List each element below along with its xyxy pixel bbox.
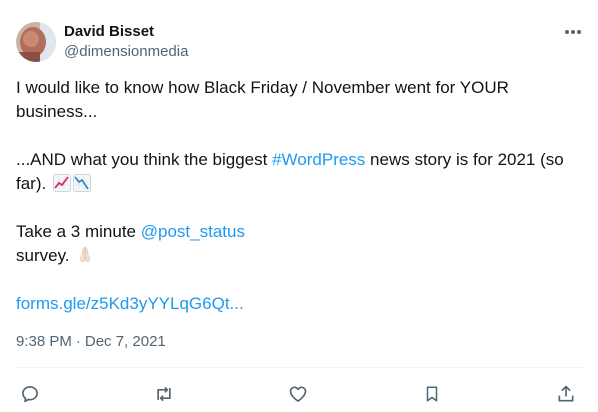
divider bbox=[16, 367, 582, 368]
user-avatar-photo bbox=[16, 22, 56, 62]
tweet-time: 9:38 PM bbox=[16, 333, 72, 350]
share-icon bbox=[558, 385, 574, 402]
avatar[interactable] bbox=[16, 22, 56, 62]
retweet-button[interactable] bbox=[150, 380, 178, 408]
tweet-paragraph-1: I would like to know how Black Friday / … bbox=[16, 78, 514, 121]
chart-decreasing-emoji bbox=[72, 174, 91, 192]
external-link[interactable]: forms.gle/z5Kd3yYYLqG6Qt... bbox=[16, 294, 244, 313]
like-button[interactable] bbox=[284, 380, 312, 408]
retweet-icon bbox=[157, 386, 171, 402]
hashtag-link[interactable]: #WordPress bbox=[272, 150, 365, 169]
reply-icon bbox=[22, 386, 38, 403]
user-handle[interactable]: @dimensionmedia bbox=[64, 42, 188, 62]
heart-icon bbox=[289, 386, 307, 402]
tweet-text: I would like to know how Black Friday / … bbox=[16, 76, 582, 316]
share-button[interactable] bbox=[552, 380, 580, 408]
tweet-paragraph-4: survey. bbox=[16, 244, 582, 268]
action-bar bbox=[16, 372, 582, 412]
more-options-button[interactable] bbox=[558, 20, 588, 44]
mention-link[interactable]: @post_status bbox=[141, 222, 245, 241]
tweet-text-segment: survey. bbox=[16, 246, 75, 265]
tweet-date: Dec 7, 2021 bbox=[84, 333, 166, 350]
tweet-paragraph-3: Take a 3 minute @post_status bbox=[16, 220, 582, 244]
display-name[interactable]: David Bisset bbox=[64, 22, 154, 42]
reply-button[interactable] bbox=[16, 380, 44, 408]
bookmark-icon bbox=[426, 386, 438, 402]
tweet-paragraph-2: ...AND what you think the biggest #WordP… bbox=[16, 148, 582, 196]
tweet-text-segment: Take a 3 minute bbox=[16, 222, 141, 241]
chart-increasing-emoji bbox=[52, 174, 71, 192]
more-horizontal-icon bbox=[565, 30, 581, 34]
tweet-paragraph-5: forms.gle/z5Kd3yYYLqG6Qt... bbox=[16, 292, 582, 316]
tweet-text-segment: ...AND what you think the biggest bbox=[16, 150, 273, 169]
bookmark-button[interactable] bbox=[418, 380, 446, 408]
folded-hands-emoji bbox=[79, 246, 91, 263]
timestamp-separator: · bbox=[75, 333, 81, 350]
tweet-timestamp[interactable]: 9:38 PM · Dec 7, 2021 bbox=[16, 332, 166, 352]
